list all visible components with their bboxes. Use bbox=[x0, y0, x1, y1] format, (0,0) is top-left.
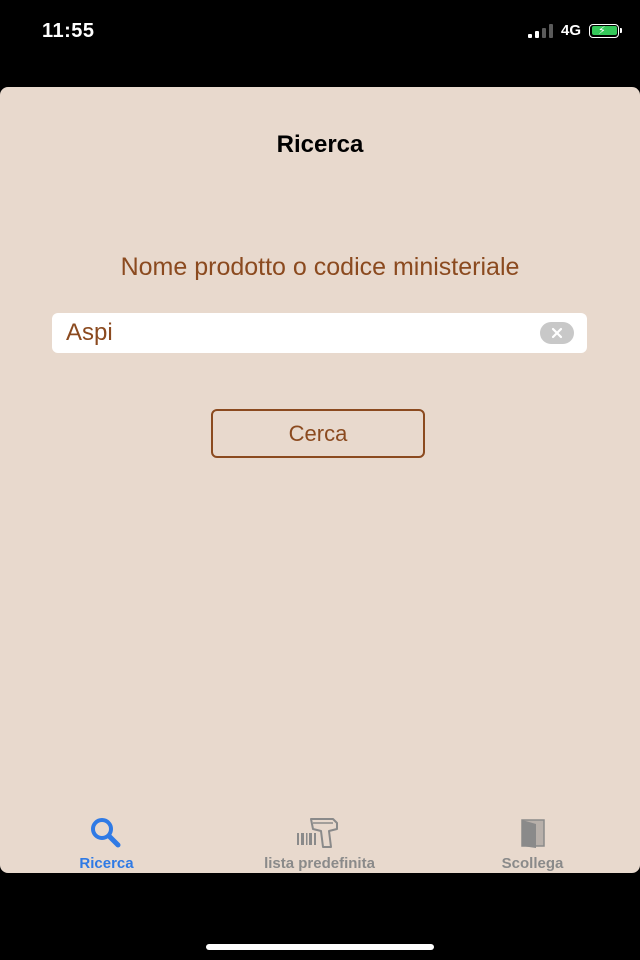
status-indicators: 4G ⚡ bbox=[527, 22, 622, 39]
status-time: 11:55 bbox=[42, 20, 95, 42]
barcode-scanner-icon bbox=[293, 815, 347, 851]
tab-scollega[interactable]: Scollega bbox=[426, 809, 639, 873]
phone-screen: 11:55 4G ⚡ Ricerca Nome prodotto o codic… bbox=[0, 0, 640, 960]
page-title: Ricerca bbox=[276, 131, 364, 158]
tab-lista-predefinita[interactable]: lista predefinita bbox=[213, 809, 426, 873]
network-type: 4G bbox=[560, 22, 581, 39]
search-input[interactable] bbox=[66, 313, 526, 353]
search-icon bbox=[85, 815, 129, 851]
clear-search-button[interactable] bbox=[540, 322, 574, 344]
status-bar: 11:55 4G ⚡ bbox=[0, 0, 640, 64]
door-icon bbox=[516, 815, 550, 851]
search-box bbox=[52, 313, 587, 353]
home-indicator[interactable] bbox=[206, 944, 434, 950]
tab-label: Ricerca bbox=[79, 855, 134, 872]
tab-bar: Ricerca lista predefinita Scollega bbox=[0, 809, 640, 873]
tab-label: lista predefinita bbox=[264, 855, 375, 872]
close-icon bbox=[551, 327, 563, 339]
search-field-label: Nome prodotto o codice ministeriale bbox=[120, 253, 520, 281]
signal-strength-icon bbox=[527, 23, 553, 38]
app-content: Ricerca Nome prodotto o codice ministeri… bbox=[0, 87, 640, 873]
search-button[interactable]: Cerca bbox=[211, 409, 425, 458]
tab-ricerca[interactable]: Ricerca bbox=[0, 809, 213, 873]
tab-label: Scollega bbox=[501, 855, 564, 872]
battery-icon: ⚡ bbox=[589, 23, 622, 38]
